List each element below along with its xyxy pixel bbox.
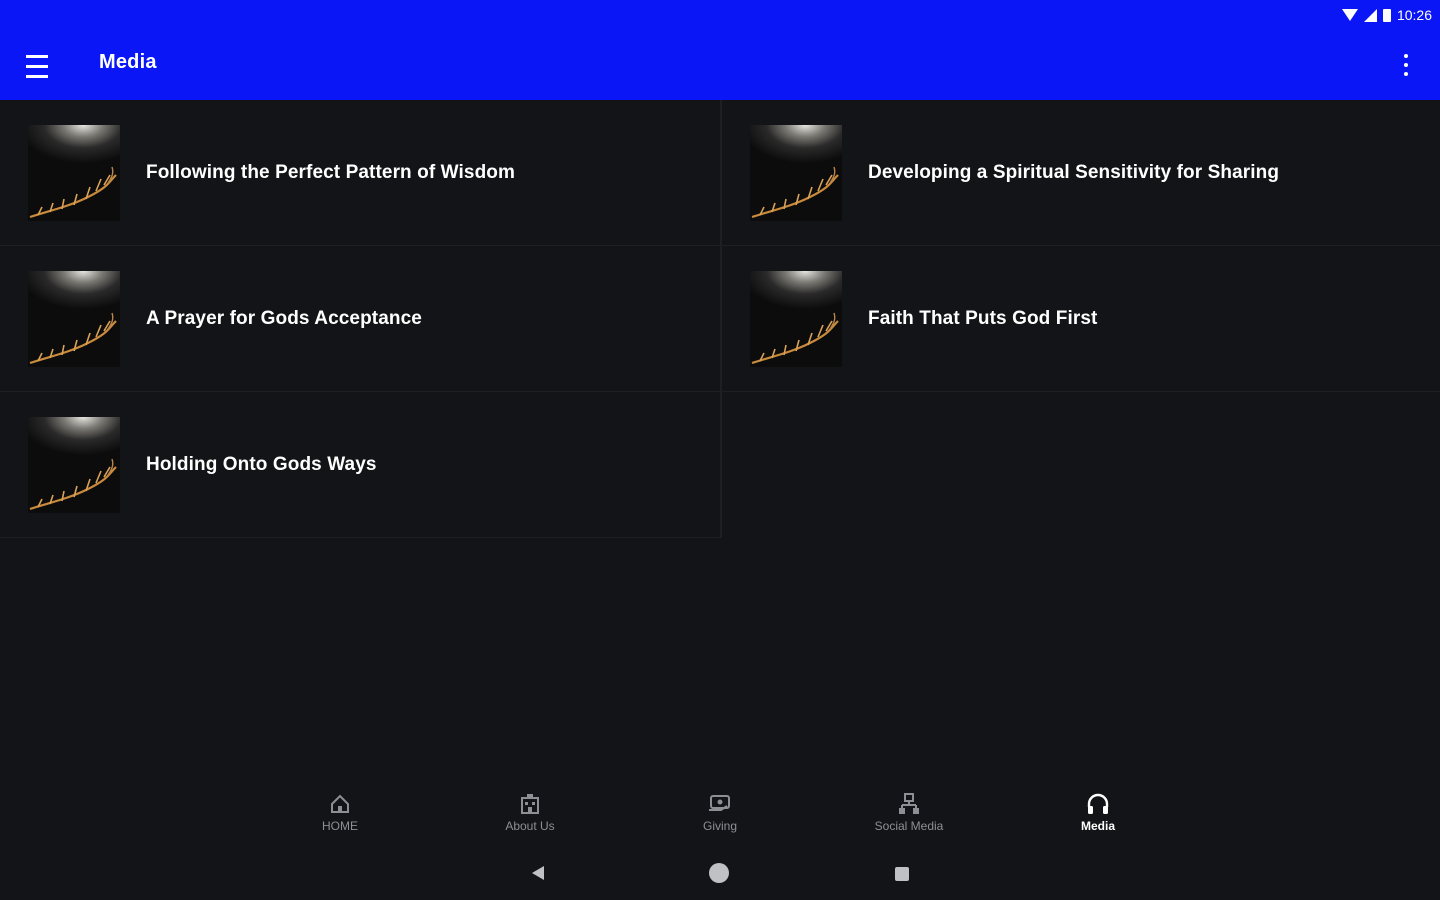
media-item-title: Developing a Spiritual Sensitivity for S… <box>868 161 1280 183</box>
nav-item-about-us[interactable]: About Us <box>470 791 590 833</box>
social-network-icon <box>896 791 922 817</box>
status-time: 10:26 <box>1396 7 1432 23</box>
app-root: 10:26 Media Following the Perfect Patter… <box>0 0 1440 900</box>
media-item-title: Faith That Puts God First <box>868 307 1098 329</box>
bottom-navigation: HOME About Us Giving Social Media Media <box>0 785 1440 845</box>
system-navigation-bar <box>0 855 1440 895</box>
media-thumbnail <box>28 270 120 367</box>
more-vertical-icon[interactable] <box>1394 54 1418 76</box>
hamburger-menu-icon[interactable] <box>26 50 56 78</box>
nav-label: Giving <box>702 819 737 833</box>
media-item[interactable]: Holding Onto Gods Ways <box>0 392 722 538</box>
nav-label: Social Media <box>874 819 944 833</box>
nav-label: About Us <box>505 819 555 833</box>
media-item[interactable]: Following the Perfect Pattern of Wisdom <box>0 100 722 246</box>
media-item-title: Following the Perfect Pattern of Wisdom <box>146 161 515 183</box>
media-thumbnail <box>28 416 120 513</box>
wifi-icon <box>1341 9 1358 21</box>
nav-item-media[interactable]: Media <box>1038 791 1158 833</box>
media-item[interactable]: Faith That Puts God First <box>722 246 1440 392</box>
media-item-title: A Prayer for Gods Acceptance <box>146 307 422 329</box>
nav-label: Media <box>1080 819 1115 833</box>
media-thumbnail <box>750 270 842 367</box>
media-thumbnail <box>28 124 120 221</box>
signal-icon <box>1363 8 1377 22</box>
status-bar: 10:26 <box>1341 5 1432 25</box>
media-list: Following the Perfect Pattern of Wisdom … <box>0 100 1440 538</box>
media-item[interactable]: A Prayer for Gods Acceptance <box>0 246 722 392</box>
home-icon <box>327 791 353 817</box>
building-icon <box>517 791 543 817</box>
nav-item-social-media[interactable]: Social Media <box>849 791 969 833</box>
back-icon[interactable] <box>532 866 544 880</box>
giving-hand-icon <box>707 791 733 817</box>
media-item-title: Holding Onto Gods Ways <box>146 453 377 475</box>
nav-item-home[interactable]: HOME <box>280 791 400 833</box>
nav-label: HOME <box>322 819 358 833</box>
app-bar: 10:26 Media <box>0 0 1440 100</box>
media-item[interactable]: Developing a Spiritual Sensitivity for S… <box>722 100 1440 246</box>
recents-square-icon[interactable] <box>895 867 909 881</box>
home-circle-icon[interactable] <box>709 863 729 883</box>
page-title: Media <box>99 51 157 73</box>
media-thumbnail <box>750 124 842 221</box>
battery-icon <box>1382 8 1391 22</box>
nav-item-giving[interactable]: Giving <box>660 791 780 833</box>
headphones-icon <box>1085 791 1111 817</box>
